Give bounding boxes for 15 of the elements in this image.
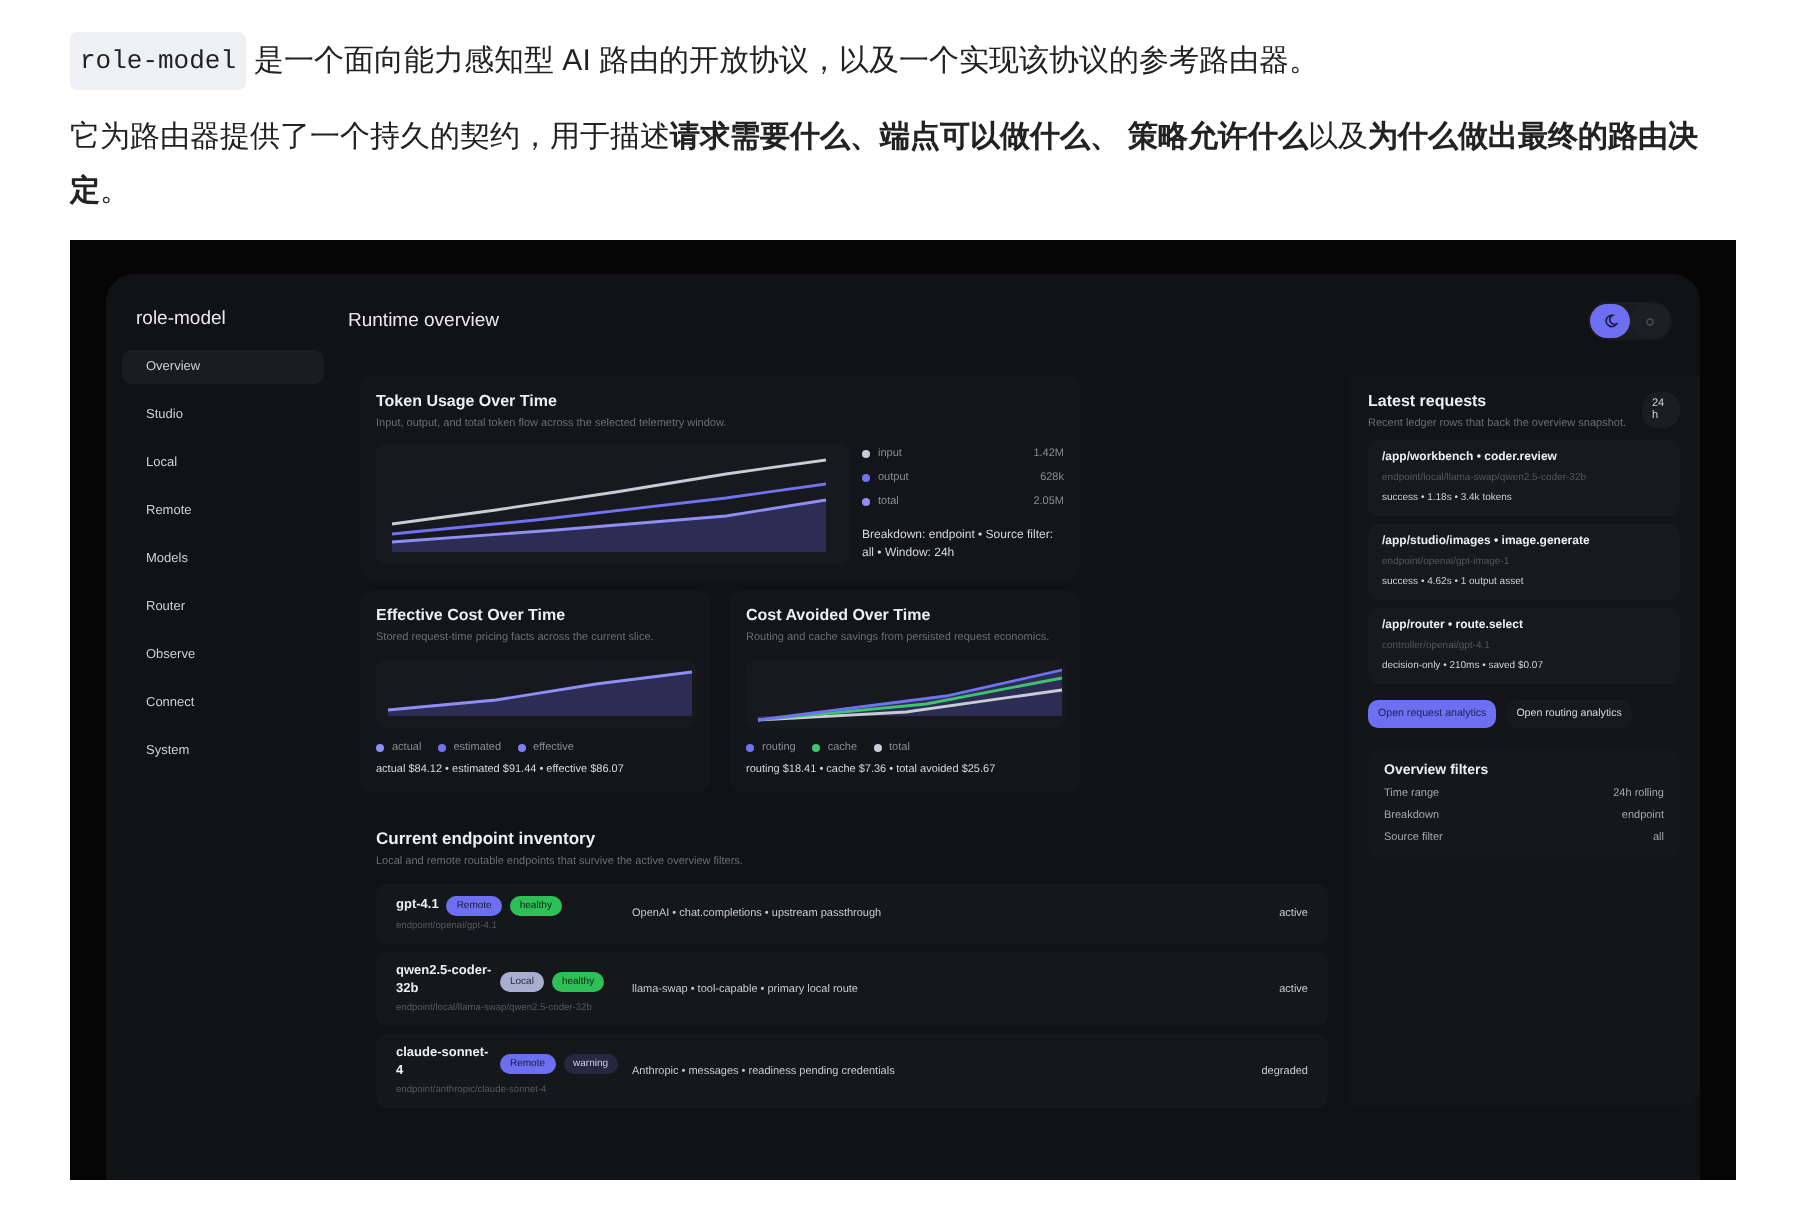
paragraph-text: 是一个面向能力感知型 AI 路由的开放协议，以及一个实现该协议的参考路由器。: [254, 42, 1320, 82]
app-brand: role-model: [134, 306, 228, 334]
sun-icon: [1644, 315, 1656, 327]
moon-icon: [1603, 314, 1617, 328]
card-title: Token Usage Over Time: [376, 392, 559, 410]
card-title: Effective Cost Over Time: [376, 606, 568, 625]
theme-toggle[interactable]: [1588, 302, 1672, 340]
paragraph-text: 它为路由器提供了一个持久的契约，用于描述请求需要什么、端点可以做什么、 策略允许什么以及为什么做出最终的路由决定。: [70, 118, 1701, 212]
toggle-segment[interactable]: [1630, 304, 1670, 338]
card-title: Latest requests: [1368, 392, 1489, 410]
toggle-segment[interactable]: [1590, 304, 1630, 338]
section-title: Current endpoint inventory: [376, 827, 598, 848]
inline-code: role-model: [70, 32, 247, 90]
card-title: Cost Avoided Over Time: [746, 606, 933, 625]
page-title: Runtime overview: [348, 310, 499, 332]
